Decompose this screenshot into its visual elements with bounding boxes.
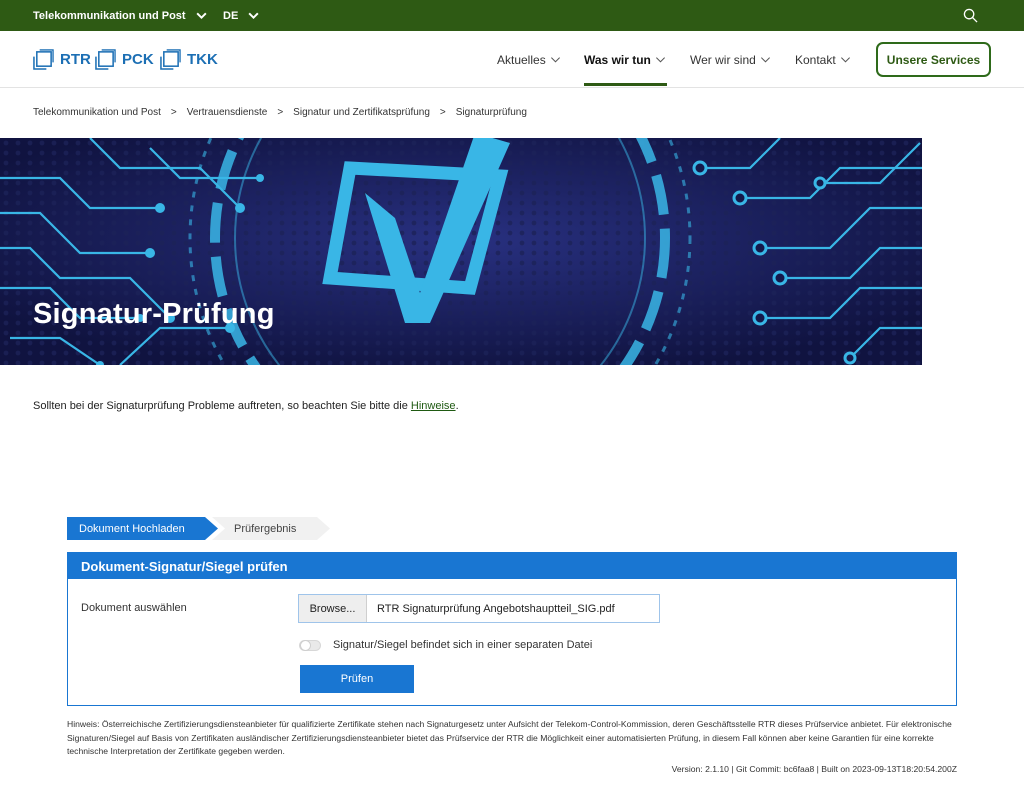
toggle-knob <box>300 640 311 651</box>
breadcrumb-current: Signaturprüfung <box>455 107 527 118</box>
tkk-logo-icon <box>160 49 181 70</box>
nav-item-wer-wir-sind[interactable]: Wer wir sind <box>690 31 771 88</box>
intro-text-after: . <box>455 400 459 412</box>
chevron-down-icon <box>760 57 770 63</box>
language-selector-label: DE <box>223 9 239 22</box>
breadcrumb-separator: > <box>170 107 177 118</box>
active-nav-underline <box>584 83 667 86</box>
nav-item-label: Aktuelles <box>497 52 546 67</box>
breadcrumb: Telekommunikation und Post > Vertrauensdie… <box>33 107 527 118</box>
nav-item-kontakt[interactable]: Kontakt <box>795 31 851 88</box>
nav-item-aktuelles[interactable]: Aktuelles <box>497 31 561 88</box>
document-field-label: Dokument auswählen <box>81 602 187 614</box>
breadcrumb-item[interactable]: Vertrauensdienste <box>187 107 268 118</box>
nav-item-label: Kontakt <box>795 52 836 67</box>
nav-item-label: Wer wir sind <box>690 52 756 67</box>
breadcrumb-item[interactable]: Signatur und Zertifikatsprüfung <box>293 107 430 118</box>
separate-signature-label: Signatur/Siegel befindet sich in einer s… <box>333 639 593 651</box>
section-selector[interactable]: Telekommunikation und Post <box>33 0 208 31</box>
chevron-down-icon <box>248 12 259 20</box>
logo-pck-label: PCK <box>122 51 154 68</box>
intro-text: Sollten bei der Signaturprüfung Probleme… <box>33 400 459 412</box>
version-info: Version: 2.1.10 | Git Commit: bc6faa8 | … <box>671 764 957 774</box>
site-header: RTR PCK TKK Aktuelles Was wir tun Wer wi… <box>0 31 1024 88</box>
chevron-down-icon <box>840 57 850 63</box>
chevron-down-icon <box>196 12 207 20</box>
page-title: Signatur-Prüfung <box>33 298 275 330</box>
section-selector-label: Telekommunikation und Post <box>33 9 186 22</box>
nav-item-was-wir-tun[interactable]: Was wir tun <box>584 31 666 88</box>
separate-signature-toggle[interactable] <box>299 640 321 651</box>
selected-file-name: RTR Signaturprüfung Angebotshauptteil_SI… <box>377 602 615 615</box>
language-selector[interactable]: DE <box>223 0 260 31</box>
chevron-down-icon <box>655 57 665 63</box>
pruefen-button[interactable]: Prüfen <box>300 665 414 693</box>
verification-panel: Dokument-Signatur/Siegel prüfen Dokument… <box>67 552 957 706</box>
hinweise-link[interactable]: Hinweise <box>411 400 456 412</box>
step-result: Prüfergebnis <box>212 517 330 540</box>
services-button[interactable]: Unsere Services <box>876 42 991 77</box>
browse-button[interactable]: Browse... <box>299 595 367 622</box>
pck-logo-icon <box>95 49 116 70</box>
panel-title: Dokument-Signatur/Siegel prüfen <box>68 553 956 579</box>
top-bar: Telekommunikation und Post DE <box>0 0 1024 31</box>
logo-rtr-label: RTR <box>60 51 91 68</box>
step-upload: Dokument Hochladen <box>67 517 218 540</box>
intro-text-before: Sollten bei der Signaturprüfung Probleme… <box>33 400 408 412</box>
logo-tkk[interactable]: TKK <box>160 49 218 70</box>
breadcrumb-item[interactable]: Telekommunikation und Post <box>33 107 161 118</box>
logo-rtr[interactable]: RTR <box>33 49 91 70</box>
breadcrumb-separator: > <box>277 107 284 118</box>
rtr-logo-icon <box>33 49 54 70</box>
breadcrumb-separator: > <box>439 107 446 118</box>
hint-text: Hinweis: Österreichische Zertifizierungs… <box>67 719 952 756</box>
nav-item-label: Was wir tun <box>584 52 651 67</box>
chevron-down-icon <box>550 57 560 63</box>
search-icon[interactable] <box>963 8 978 23</box>
file-input[interactable]: Browse... RTR Signaturprüfung Angebotsha… <box>298 594 660 623</box>
logo-pck[interactable]: PCK <box>95 49 154 70</box>
logo-tkk-label: TKK <box>187 51 218 68</box>
